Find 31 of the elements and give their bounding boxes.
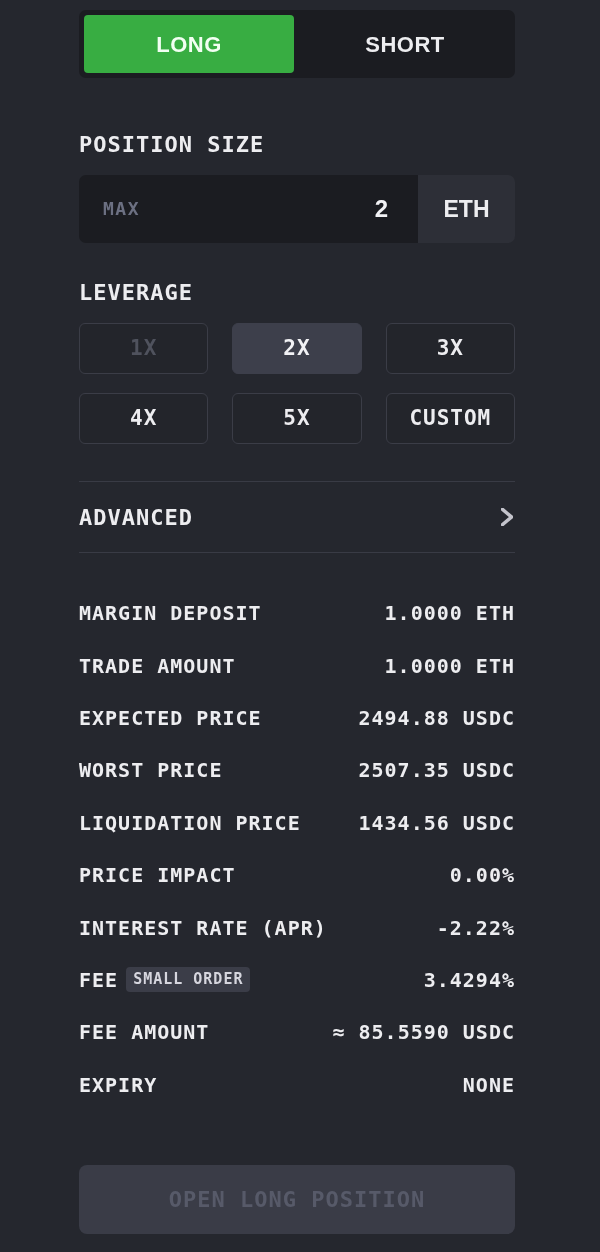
detail-label: MARGIN DEPOSIT <box>79 600 262 628</box>
leverage-option[interactable]: 2X <box>232 323 362 374</box>
section-label: POSITION SIZE <box>79 133 266 157</box>
detail-label: TRADE AMOUNT <box>79 652 236 680</box>
detail-value: ≈ 85.5590 USDC <box>332 1019 515 1047</box>
detail-value: 3.4294% <box>423 966 515 994</box>
detail-value: 0.00% <box>449 862 515 890</box>
detail-value: 1434.56 USDC <box>358 809 515 837</box>
detail-label: INTEREST RATE (APR) <box>79 914 327 942</box>
detail-label: PRICE IMPACT <box>79 862 236 890</box>
leverage-option[interactable]: 5X <box>232 393 362 444</box>
leverage-option[interactable]: 4X <box>79 393 209 444</box>
detail-label: LIQUIDATION PRICE <box>79 809 301 837</box>
detail-value: -2.22% <box>436 914 515 942</box>
detail-value: 1.0000 ETH <box>384 652 515 680</box>
detail-value: 2507.35 USDC <box>358 757 515 785</box>
detail-label: FEE AMOUNT <box>79 1019 210 1047</box>
detail-label: WORST PRICE <box>79 757 223 785</box>
side-tab[interactable]: SHORT <box>300 15 510 73</box>
detail-label: EXPIRY <box>79 1071 158 1099</box>
leverage-option[interactable]: 3X <box>385 323 515 374</box>
fee-type-badge: SMALL ORDER <box>126 967 251 993</box>
section-label: LEVERAGE <box>79 281 194 305</box>
detail-value: NONE <box>462 1071 515 1099</box>
detail-label: EXPECTED PRICE <box>79 704 262 732</box>
leverage-option[interactable]: CUSTOM <box>385 393 515 444</box>
advanced-toggle[interactable]: ADVANCED <box>79 482 515 552</box>
detail-value: 1.0000 ETH <box>384 600 515 628</box>
detail-value: 2494.88 USDC <box>358 704 515 732</box>
unit-label: ETH <box>418 175 515 243</box>
detail-label: FEE <box>79 966 119 994</box>
